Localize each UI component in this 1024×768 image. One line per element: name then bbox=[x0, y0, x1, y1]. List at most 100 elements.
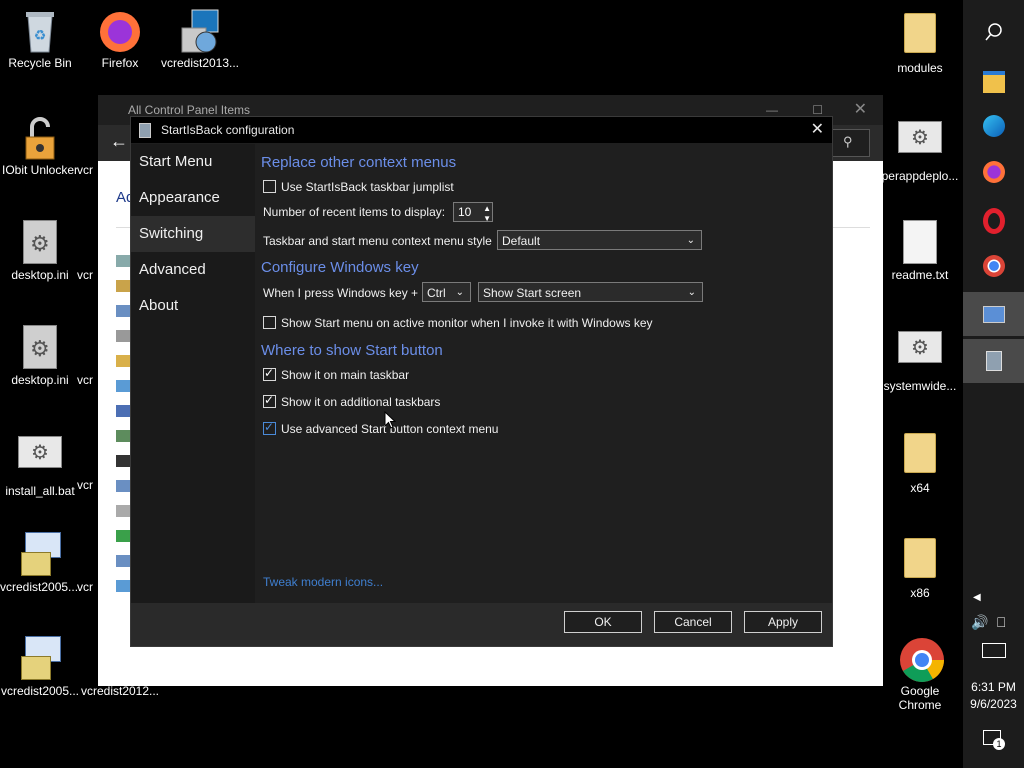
sidebar-item-switching[interactable]: Switching bbox=[131, 216, 255, 252]
icon-label: vcredist2013... bbox=[160, 56, 240, 70]
desktop-icon-readme[interactable]: readme.txt bbox=[880, 220, 960, 282]
desktop-icon-vcr-partial[interactable]: vcr bbox=[70, 532, 100, 594]
icon-label: x64 bbox=[910, 481, 930, 495]
win-key-modifier-dropdown[interactable]: Ctrl ⌄ bbox=[422, 282, 471, 302]
spin-down-icon[interactable]: ▼ bbox=[483, 210, 491, 228]
advanced-context-checkbox[interactable] bbox=[263, 420, 276, 435]
icon-label: vcr bbox=[77, 373, 93, 387]
dialog-titlebar[interactable]: StartIsBack configuration ✕ bbox=[131, 117, 832, 143]
sidebar-item-start-menu[interactable]: Start Menu bbox=[131, 144, 255, 180]
icon-label: vcredist2005... bbox=[0, 684, 80, 698]
desktop-icon-x64[interactable]: x64 bbox=[880, 430, 960, 495]
desktop-icon-vcr-partial[interactable]: vcr bbox=[70, 325, 100, 387]
search-box[interactable]: ⚲ bbox=[830, 129, 870, 157]
batch-file-icon bbox=[898, 331, 942, 375]
ok-button[interactable]: OK bbox=[564, 611, 642, 633]
active-monitor-checkbox-row[interactable]: Show Start menu on active monitor when I… bbox=[263, 316, 653, 330]
icon-label: vcr bbox=[77, 268, 93, 282]
section-windows-key: Configure Windows key bbox=[261, 259, 419, 276]
network-icon[interactable]: ⎕ bbox=[997, 614, 1005, 631]
cancel-button[interactable]: Cancel bbox=[654, 611, 732, 633]
win-key-label: When I press Windows key + bbox=[263, 286, 419, 300]
sidebar-item-appearance[interactable]: Appearance bbox=[131, 180, 255, 216]
desktop-icon-modules[interactable]: modules bbox=[880, 10, 960, 75]
icon-label: install_all.bat bbox=[5, 484, 75, 498]
desktop-icon-vcredist2005[interactable]: vcredist2005.... bbox=[0, 532, 80, 594]
desktop-icon-firefox[interactable]: Firefox bbox=[80, 8, 160, 70]
app-icon bbox=[139, 123, 151, 138]
settings-sidebar: Start Menu Appearance Switching Advanced… bbox=[131, 144, 255, 604]
text-file-icon bbox=[898, 220, 942, 264]
installer-icon bbox=[178, 8, 222, 53]
icon-label: x86 bbox=[910, 586, 930, 600]
icon-label: readme.txt bbox=[891, 268, 949, 282]
icon-label: vcredist2005.... bbox=[0, 580, 80, 594]
startisback-taskbar-icon[interactable] bbox=[963, 339, 1024, 383]
sidebar-item-about[interactable]: About bbox=[131, 288, 255, 324]
icon-label: systemwide... bbox=[883, 379, 957, 393]
clock-time[interactable]: 6:31 PM bbox=[963, 680, 1024, 694]
firefox-icon[interactable] bbox=[963, 150, 1024, 194]
file-explorer-icon[interactable] bbox=[963, 58, 1024, 102]
icon-label: Google Chrome bbox=[898, 684, 942, 712]
close-icon[interactable]: ✕ bbox=[854, 95, 867, 125]
desktop-icon-desktop-ini-2[interactable]: desktop.ini bbox=[0, 325, 80, 387]
apply-button[interactable]: Apply bbox=[744, 611, 822, 633]
main-taskbar-checkbox[interactable] bbox=[263, 366, 276, 381]
jumplist-checkbox[interactable] bbox=[263, 180, 276, 193]
icon-label: perappdeplo... bbox=[881, 169, 959, 183]
additional-taskbars-checkbox[interactable] bbox=[263, 393, 276, 408]
edge-icon[interactable] bbox=[963, 104, 1024, 148]
desktop-icon-recycle-bin[interactable]: ♻ Recycle Bin bbox=[0, 8, 80, 70]
win-key-action-dropdown[interactable]: Show Start screen ⌄ bbox=[478, 282, 703, 302]
svg-text:♻: ♻ bbox=[34, 27, 47, 43]
additional-taskbars-label: Show it on additional taskbars bbox=[281, 395, 441, 409]
startisback-dialog[interactable]: StartIsBack configuration ✕ Start Menu A… bbox=[130, 116, 833, 647]
search-icon[interactable] bbox=[963, 10, 1024, 54]
active-monitor-label: Show Start menu on active monitor when I… bbox=[281, 316, 653, 330]
clock-date[interactable]: 9/6/2023 bbox=[963, 697, 1024, 711]
back-arrow-icon[interactable]: ← bbox=[110, 131, 128, 152]
chrome-icon[interactable] bbox=[963, 244, 1024, 288]
icon-label: modules bbox=[897, 61, 943, 75]
sidebar-item-advanced[interactable]: Advanced bbox=[131, 252, 255, 288]
context-style-dropdown[interactable]: Default ⌄ bbox=[497, 230, 702, 250]
keyboard-icon[interactable] bbox=[982, 643, 1006, 658]
context-style-value: Default bbox=[502, 234, 541, 248]
advanced-context-checkbox-row[interactable]: Use advanced Start button context menu bbox=[263, 420, 498, 436]
tweak-modern-icons-link[interactable]: Tweak modern icons... bbox=[263, 575, 383, 589]
chevron-down-icon: ⌄ bbox=[687, 287, 696, 298]
desktop-icon-perappdeploy[interactable]: perappdeplo... bbox=[880, 115, 960, 183]
desktop-icon-google-chrome[interactable]: Google Chrome bbox=[880, 636, 960, 712]
recent-items-stepper[interactable]: 10 ▲ ▼ bbox=[453, 202, 493, 223]
opera-icon[interactable] bbox=[963, 197, 1024, 241]
active-monitor-checkbox[interactable] bbox=[263, 316, 276, 329]
desktop-icon-x86[interactable]: x86 bbox=[880, 535, 960, 600]
batch-file-icon bbox=[18, 436, 62, 480]
desktop-icon-vcredist2013[interactable]: vcredist2013... bbox=[160, 8, 240, 70]
section-context-menus: Replace other context menus bbox=[261, 154, 457, 171]
additional-taskbars-checkbox-row[interactable]: Show it on additional taskbars bbox=[263, 393, 441, 409]
chevron-up-icon[interactable]: ◀ bbox=[973, 592, 981, 603]
desktop-icon-iobit-unlocker[interactable]: IObit Unlocker bbox=[0, 115, 80, 177]
desktop-icon-vcredist2005-b[interactable]: vcredist2005... bbox=[0, 636, 80, 698]
desktop-icon-vcr-partial[interactable]: vcr bbox=[70, 430, 100, 492]
close-icon[interactable]: ✕ bbox=[811, 117, 824, 143]
desktop-icon-desktop-ini[interactable]: desktop.ini bbox=[0, 220, 80, 282]
volume-icon[interactable]: 🔊 bbox=[971, 614, 988, 631]
recent-items-value[interactable]: 10 bbox=[454, 205, 471, 219]
batch-file-icon bbox=[898, 121, 942, 165]
notification-badge: 1 bbox=[993, 738, 1005, 750]
desktop-icon-systemwide[interactable]: systemwide... bbox=[880, 325, 960, 393]
jumplist-checkbox-row[interactable]: Use StartIsBack taskbar jumplist bbox=[263, 180, 454, 194]
desktop-icon-vcr-partial[interactable]: vcr bbox=[70, 220, 100, 282]
desktop-icon-install-all[interactable]: install_all.bat bbox=[0, 430, 80, 498]
dialog-title: StartIsBack configuration bbox=[161, 123, 295, 137]
main-taskbar-label: Show it on main taskbar bbox=[281, 368, 410, 382]
control-panel-taskbar-icon[interactable] bbox=[963, 292, 1024, 336]
recent-items-label: Number of recent items to display: bbox=[263, 205, 446, 219]
desktop-icon-vcr-partial[interactable]: vcr bbox=[70, 115, 100, 177]
unlocker-icon bbox=[18, 115, 62, 160]
main-taskbar-checkbox-row[interactable]: Show it on main taskbar bbox=[263, 366, 410, 382]
search-icon: ⚲ bbox=[843, 134, 853, 149]
